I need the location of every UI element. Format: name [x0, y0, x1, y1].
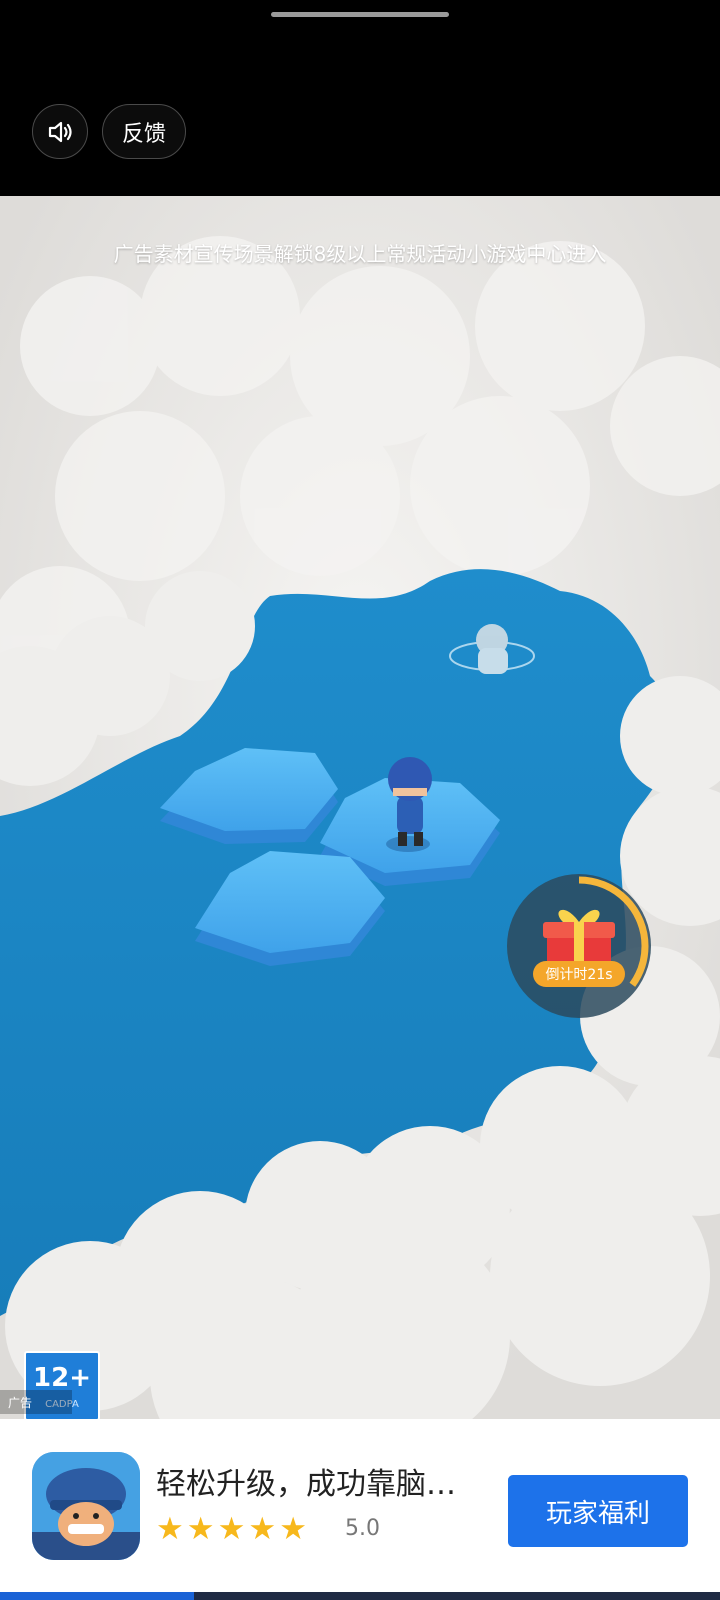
speaker-icon	[48, 121, 72, 142]
sound-button[interactable]	[32, 104, 88, 159]
app-title: 轻松升级，成功靠脑…	[156, 1467, 456, 1502]
ad-banner-text: 广告素材宣传场景解锁8级以上常规活动小游戏中心进入	[113, 242, 607, 266]
ad-label: 广告	[0, 1390, 72, 1414]
star-icon: ★	[279, 1511, 307, 1547]
app-download-bar[interactable]: 轻松升级，成功靠脑… ★ ★ ★ ★ ★ 5.0 玩家福利	[0, 1419, 720, 1600]
feedback-button[interactable]: 反馈	[102, 104, 186, 159]
player-benefits-button[interactable]: 玩家福利	[508, 1475, 688, 1547]
countdown-label: 倒计时21s	[533, 961, 625, 987]
star-rating: ★ ★ ★ ★ ★	[156, 1511, 307, 1547]
star-icon: ★	[156, 1511, 184, 1547]
game-ad-video[interactable]: 广告素材宣传场景解锁8级以上常规活动小游戏中心进入 倒计时21s	[0, 196, 720, 1419]
feedback-label: 反馈	[121, 121, 166, 147]
star-icon: ★	[248, 1511, 277, 1547]
window-handle[interactable]	[271, 12, 449, 17]
video-progress-bar	[0, 1592, 720, 1600]
age-rating-value: 12+	[33, 1363, 91, 1393]
star-icon: ★	[186, 1511, 215, 1547]
rating-value: 5.0	[345, 1516, 380, 1541]
star-icon: ★	[217, 1511, 246, 1547]
video-progress-fill	[0, 1592, 195, 1600]
soldier-avatar-icon[interactable]	[32, 1452, 140, 1560]
